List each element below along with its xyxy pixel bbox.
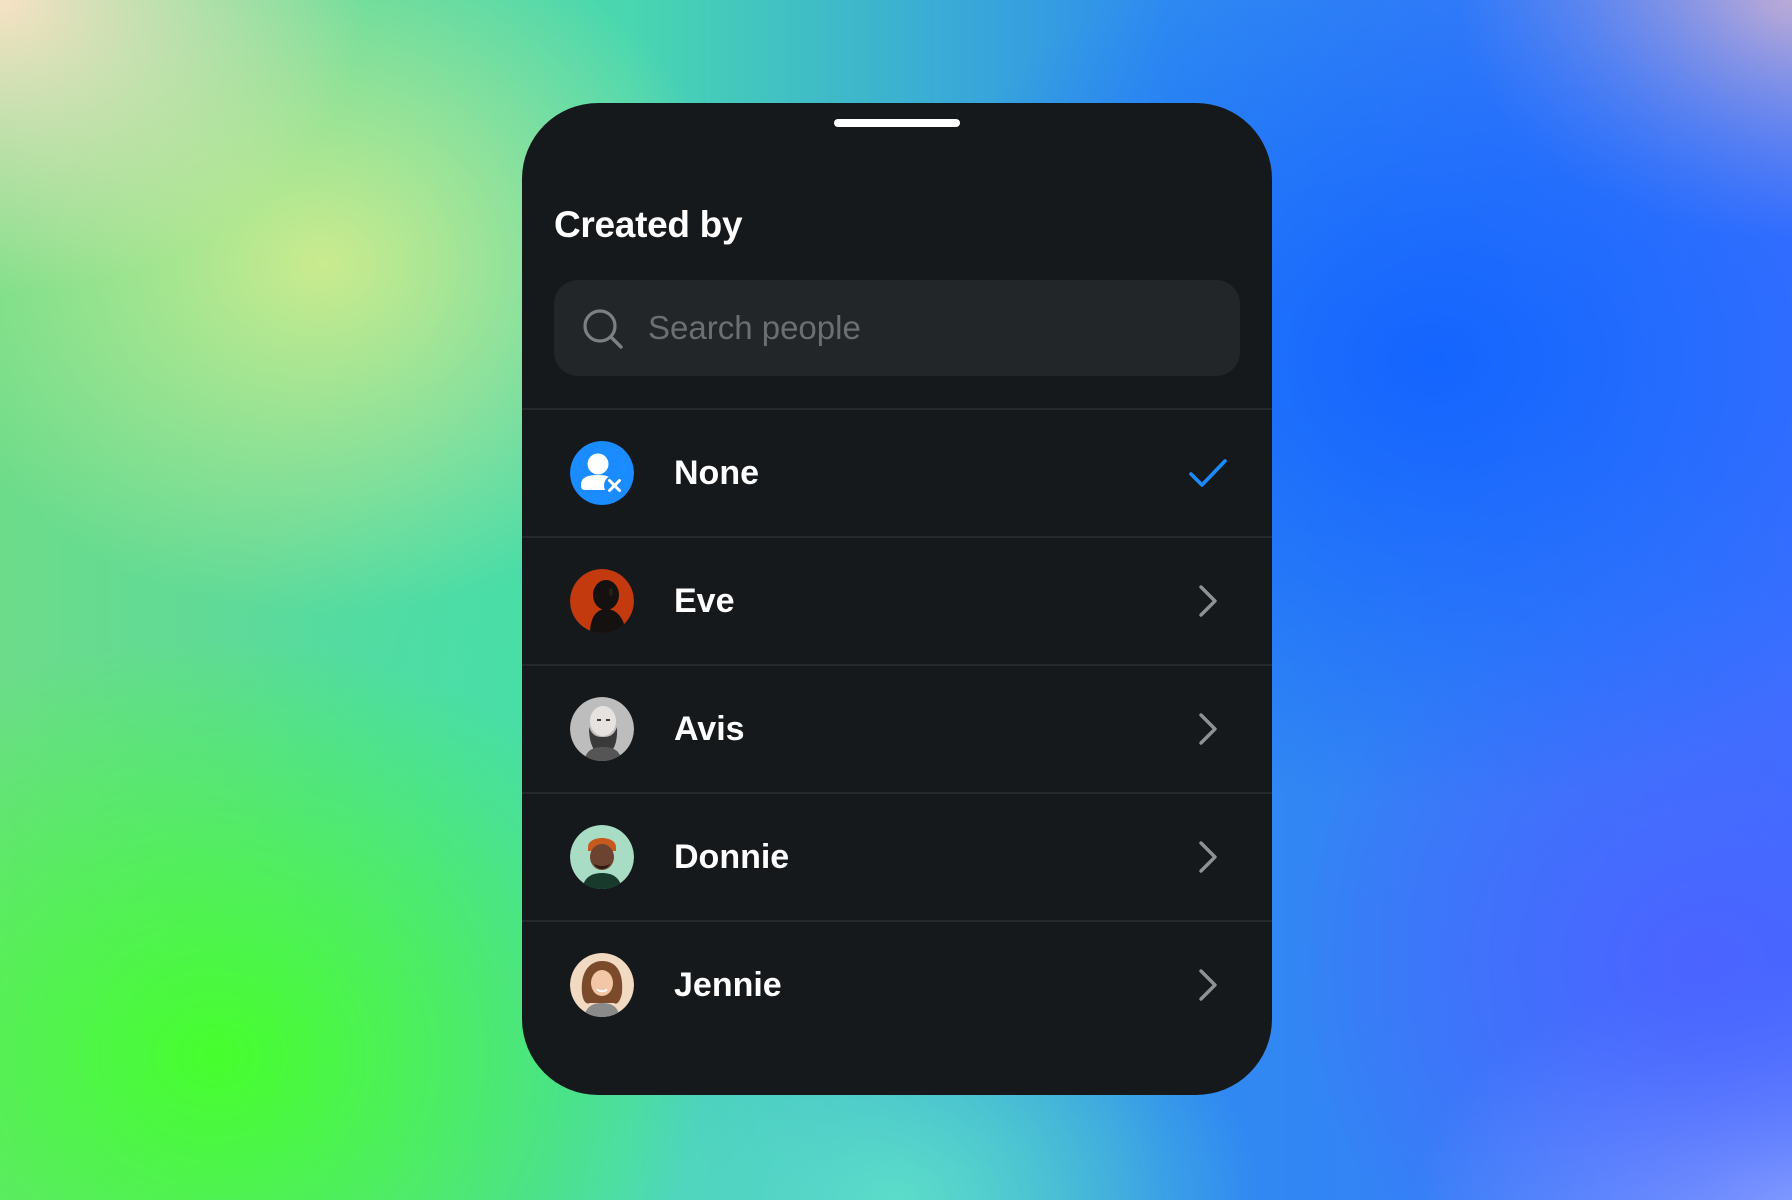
- bottom-sheet: Created by None: [522, 103, 1272, 1095]
- avatar-jennie: [570, 953, 634, 1017]
- list-item-eve[interactable]: Eve: [522, 538, 1272, 666]
- sheet-grabber-handle[interactable]: [834, 119, 960, 127]
- list-item-avis[interactable]: Avis: [522, 666, 1272, 794]
- chevron-right-icon: [1199, 969, 1217, 1001]
- list-item-label: Avis: [674, 710, 745, 748]
- chevron-right-icon: [1199, 713, 1217, 745]
- list-item-none[interactable]: None: [522, 410, 1272, 538]
- avatar-none: [570, 441, 634, 505]
- search-icon: [583, 309, 623, 349]
- list-item-label: Eve: [674, 582, 735, 620]
- search-bar[interactable]: [554, 280, 1240, 376]
- checkmark-icon: [1189, 459, 1227, 487]
- avatar-photo: [570, 569, 634, 633]
- avatar-donnie: [570, 825, 634, 889]
- avatar-photo: [570, 953, 634, 1017]
- list-item-label: Jennie: [674, 966, 782, 1004]
- list-item-label: None: [674, 454, 759, 492]
- list-item-donnie[interactable]: Donnie: [522, 794, 1272, 922]
- list-item-jennie[interactable]: Jennie: [522, 922, 1272, 1048]
- chevron-right-icon: [1199, 585, 1217, 617]
- sheet-title: Created by: [554, 204, 743, 245]
- avatar-photo: [570, 697, 634, 761]
- avatar-photo: [570, 825, 634, 889]
- avatar-avis: [570, 697, 634, 761]
- chevron-right-icon: [1199, 841, 1217, 873]
- search-input[interactable]: [648, 280, 1208, 376]
- people-list: None Eve Avis Donnie Jennie: [522, 410, 1272, 1048]
- avatar-eve: [570, 569, 634, 633]
- person-remove-icon: [570, 441, 634, 505]
- list-item-label: Donnie: [674, 838, 790, 876]
